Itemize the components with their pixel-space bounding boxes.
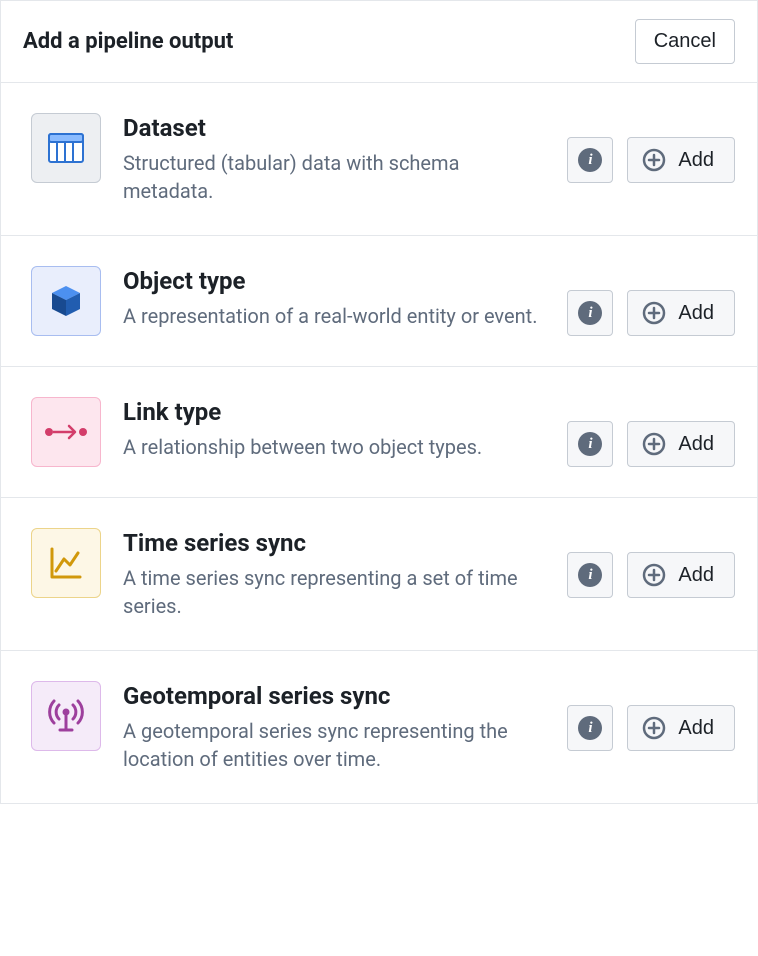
link-icon xyxy=(31,397,101,467)
info-button-time-series-sync[interactable]: i xyxy=(567,552,613,598)
output-type-row-dataset: Dataset Structured (tabular) data with s… xyxy=(1,83,757,236)
info-button-geotemporal-series-sync[interactable]: i xyxy=(567,705,613,751)
chart-line-icon xyxy=(31,528,101,598)
output-type-title: Link type xyxy=(123,397,539,427)
text-column: Link type A relationship between two obj… xyxy=(123,397,545,461)
info-icon: i xyxy=(578,432,602,456)
dataset-icon xyxy=(31,113,101,183)
info-icon: i xyxy=(578,148,602,172)
output-type-description: A relationship between two object types. xyxy=(123,433,539,461)
add-button-label: Add xyxy=(678,717,714,740)
output-type-title: Dataset xyxy=(123,113,539,143)
add-button-geotemporal-series-sync[interactable]: Add xyxy=(627,705,735,751)
add-button-label: Add xyxy=(678,564,714,587)
panel-title: Add a pipeline output xyxy=(23,29,233,54)
add-button-dataset[interactable]: Add xyxy=(627,137,735,183)
output-type-description: A time series sync representing a set of… xyxy=(123,564,539,620)
add-button-link-type[interactable]: Add xyxy=(627,421,735,467)
info-icon: i xyxy=(578,301,602,325)
add-button-object-type[interactable]: Add xyxy=(627,290,735,336)
plus-circle-icon xyxy=(642,716,666,740)
plus-circle-icon xyxy=(642,301,666,325)
info-icon: i xyxy=(578,716,602,740)
info-button-dataset[interactable]: i xyxy=(567,137,613,183)
plus-circle-icon xyxy=(642,432,666,456)
row-actions: i Add xyxy=(567,266,735,336)
text-column: Dataset Structured (tabular) data with s… xyxy=(123,113,545,205)
add-button-label: Add xyxy=(678,433,714,456)
plus-circle-icon xyxy=(642,148,666,172)
output-type-description: A representation of a real-world entity … xyxy=(123,302,539,330)
info-button-link-type[interactable]: i xyxy=(567,421,613,467)
add-button-label: Add xyxy=(678,302,714,325)
row-actions: i Add xyxy=(567,528,735,598)
output-type-row-object-type: Object type A representation of a real-w… xyxy=(1,236,757,367)
cube-icon xyxy=(31,266,101,336)
add-pipeline-output-panel: Add a pipeline output Cancel Dataset Str… xyxy=(0,0,758,804)
plus-circle-icon xyxy=(642,563,666,587)
output-type-title: Object type xyxy=(123,266,539,296)
row-actions: i Add xyxy=(567,681,735,751)
output-type-row-geotemporal-series-sync: Geotemporal series sync A geotemporal se… xyxy=(1,651,757,803)
text-column: Object type A representation of a real-w… xyxy=(123,266,545,330)
output-type-description: A geotemporal series sync representing t… xyxy=(123,717,539,773)
panel-header: Add a pipeline output Cancel xyxy=(1,1,757,83)
output-type-row-link-type: Link type A relationship between two obj… xyxy=(1,367,757,498)
text-column: Geotemporal series sync A geotemporal se… xyxy=(123,681,545,773)
output-type-title: Geotemporal series sync xyxy=(123,681,539,711)
row-actions: i Add xyxy=(567,397,735,467)
add-button-label: Add xyxy=(678,149,714,172)
cancel-button[interactable]: Cancel xyxy=(635,19,735,64)
output-type-row-time-series-sync: Time series sync A time series sync repr… xyxy=(1,498,757,651)
row-actions: i Add xyxy=(567,113,735,183)
text-column: Time series sync A time series sync repr… xyxy=(123,528,545,620)
info-icon: i xyxy=(578,563,602,587)
output-type-description: Structured (tabular) data with schema me… xyxy=(123,149,539,205)
output-type-title: Time series sync xyxy=(123,528,539,558)
add-button-time-series-sync[interactable]: Add xyxy=(627,552,735,598)
antenna-icon xyxy=(31,681,101,751)
info-button-object-type[interactable]: i xyxy=(567,290,613,336)
